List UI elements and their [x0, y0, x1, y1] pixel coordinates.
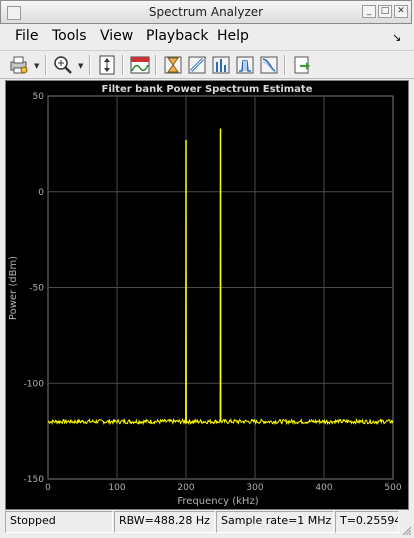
undock-icon[interactable]: ↘ [392, 31, 401, 44]
peak-finder-icon[interactable] [186, 54, 208, 76]
maximize-icon[interactable]: □ [378, 5, 392, 18]
menu-playback[interactable]: Playback [146, 28, 208, 44]
distortion-measurement-icon[interactable] [210, 54, 232, 76]
window-title: Spectrum Analyzer [148, 5, 264, 19]
zoom-in-icon[interactable] [52, 54, 74, 76]
y-tick-label: -100 [24, 379, 45, 389]
x-tick-label: 500 [384, 483, 401, 493]
menu-bar: File Tools View Playback Help ↘ [0, 25, 414, 49]
x-tick-label: 400 [315, 483, 332, 493]
y-axis-label: Power (dBm) [8, 256, 19, 320]
spectrum-plot: Filter bank Power Spectrum Estimate Powe… [8, 84, 402, 507]
print-dropdown-icon[interactable]: ▼ [34, 62, 39, 70]
export-icon[interactable] [291, 54, 313, 76]
menu-file[interactable]: File [15, 28, 38, 44]
scale-axes-icon[interactable] [96, 54, 118, 76]
status-sample-rate: Sample rate=1 MHz [216, 511, 334, 533]
status-rbw: RBW=488.28 Hz [114, 511, 215, 533]
x-tick-label: 300 [246, 483, 263, 493]
x-tick-label: 200 [177, 483, 194, 493]
close-icon[interactable]: ✕ [394, 5, 408, 18]
menu-tools[interactable]: Tools [52, 28, 87, 44]
y-tick-label: -50 [29, 284, 44, 294]
cursor-measurement-icon[interactable] [162, 54, 184, 76]
zoom-dropdown-icon[interactable]: ▼ [78, 62, 83, 70]
y-tick-label: 50 [33, 92, 45, 102]
status-time: T=0.25594 [335, 511, 399, 533]
minimize-icon[interactable]: _ [362, 5, 376, 18]
x-tick-label: 100 [108, 483, 125, 493]
x-axis-label: Frequency (kHz) [177, 496, 258, 507]
y-tick-label: -150 [24, 475, 45, 485]
y-tick-label: 0 [38, 188, 44, 198]
title-bar: Spectrum Analyzer _ □ ✕ [0, 0, 412, 24]
resize-grip-icon[interactable] [402, 526, 412, 536]
status-state: Stopped [5, 511, 113, 533]
chart-title: Filter bank Power Spectrum Estimate [102, 84, 313, 95]
spectrum-settings-icon[interactable] [129, 54, 151, 76]
print-icon[interactable] [8, 54, 30, 76]
menu-view[interactable]: View [100, 28, 133, 44]
menu-help[interactable]: Help [217, 28, 249, 44]
channel-measurement-icon[interactable] [234, 54, 256, 76]
x-tick-label: 0 [45, 483, 51, 493]
toolbar: ▼ ▼ [0, 50, 414, 79]
ccdf-measurement-icon[interactable] [258, 54, 280, 76]
